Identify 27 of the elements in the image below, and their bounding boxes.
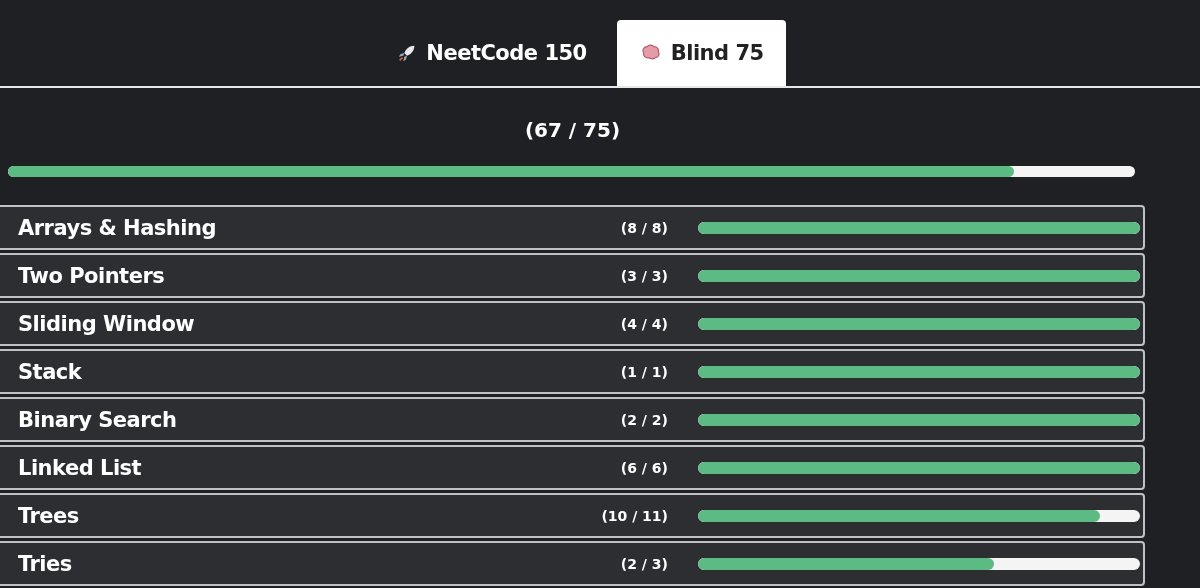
topic-name: Trees <box>17 503 80 528</box>
topic-name: Tries <box>17 551 73 576</box>
topic-row[interactable]: Tries (2 / 3) <box>0 541 1145 586</box>
topic-row[interactable]: Stack (1 / 1) <box>0 349 1145 394</box>
topic-row[interactable]: Sliding Window (4 / 4) <box>0 301 1145 346</box>
tab[interactable]: NeetCode 150 <box>374 20 609 86</box>
topic-name: Two Pointers <box>17 263 166 288</box>
topic-count: (8 / 8) <box>619 219 668 236</box>
topic-row[interactable]: Binary Search (2 / 2) <box>0 397 1145 442</box>
topic-name: Linked List <box>17 455 143 480</box>
topic-row[interactable]: Linked List (6 / 6) <box>0 445 1145 490</box>
topic-count: (10 / 11) <box>600 507 668 524</box>
topic-name: Binary Search <box>17 407 178 432</box>
topic-count: (2 / 3) <box>619 555 668 572</box>
topic-row[interactable]: Arrays & Hashing (8 / 8) <box>0 205 1145 250</box>
topic-count: (6 / 6) <box>619 459 668 476</box>
topic-row[interactable]: Two Pointers (3 / 3) <box>0 253 1145 298</box>
topic-count: (3 / 3) <box>619 267 668 284</box>
topic-row[interactable]: Trees (10 / 11) <box>0 493 1145 538</box>
topic-count: (2 / 2) <box>619 411 668 428</box>
progress-count: (67 / 75) <box>523 118 622 144</box>
topic-name: Arrays & Hashing <box>17 215 217 240</box>
topic-count: (4 / 4) <box>619 315 668 332</box>
topic-name: Stack <box>17 359 83 384</box>
topic-name: Sliding Window <box>17 311 196 336</box>
topic-count: (1 / 1) <box>619 363 668 380</box>
tab[interactable]: Blind 75 <box>616 20 786 86</box>
